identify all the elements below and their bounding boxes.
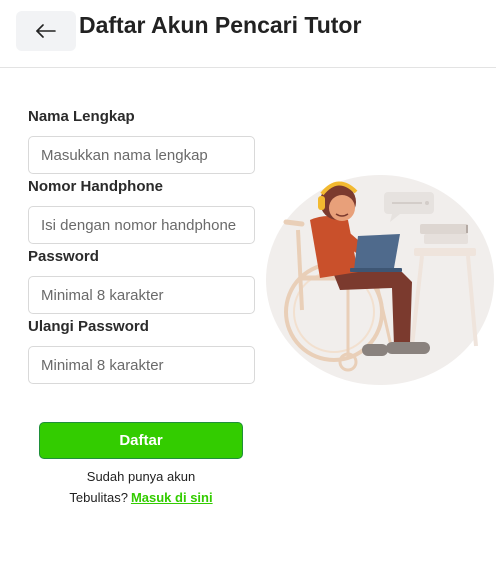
confirm-password-input[interactable]: [28, 346, 255, 384]
password-input[interactable]: [28, 276, 255, 314]
wheelchair-student-illustration: [262, 160, 496, 400]
login-prompt-text: Tebulitas?: [69, 490, 128, 505]
full-name-input[interactable]: [28, 136, 255, 174]
back-button[interactable]: [16, 11, 76, 51]
page-title: Daftar Akun Pencari Tutor: [79, 12, 362, 38]
login-prompt: Sudah punya akun Tebulitas? Masuk di sini: [39, 466, 243, 508]
confirm-password-label: Ulangi Password: [28, 318, 149, 335]
login-prompt-line1: Sudah punya akun: [86, 469, 196, 484]
phone-input[interactable]: [28, 206, 255, 244]
login-prompt-line2: Tebulitas? Masuk di sini: [39, 487, 243, 508]
phone-label: Nomor Handphone: [28, 178, 163, 195]
page-header: Daftar Akun Pencari Tutor: [0, 0, 496, 68]
register-button[interactable]: Daftar: [39, 422, 243, 459]
arrow-left-icon: [35, 24, 57, 38]
full-name-label: Nama Lengkap: [28, 108, 135, 125]
password-label: Password: [28, 248, 99, 265]
login-link[interactable]: Masuk di sini: [131, 490, 213, 505]
